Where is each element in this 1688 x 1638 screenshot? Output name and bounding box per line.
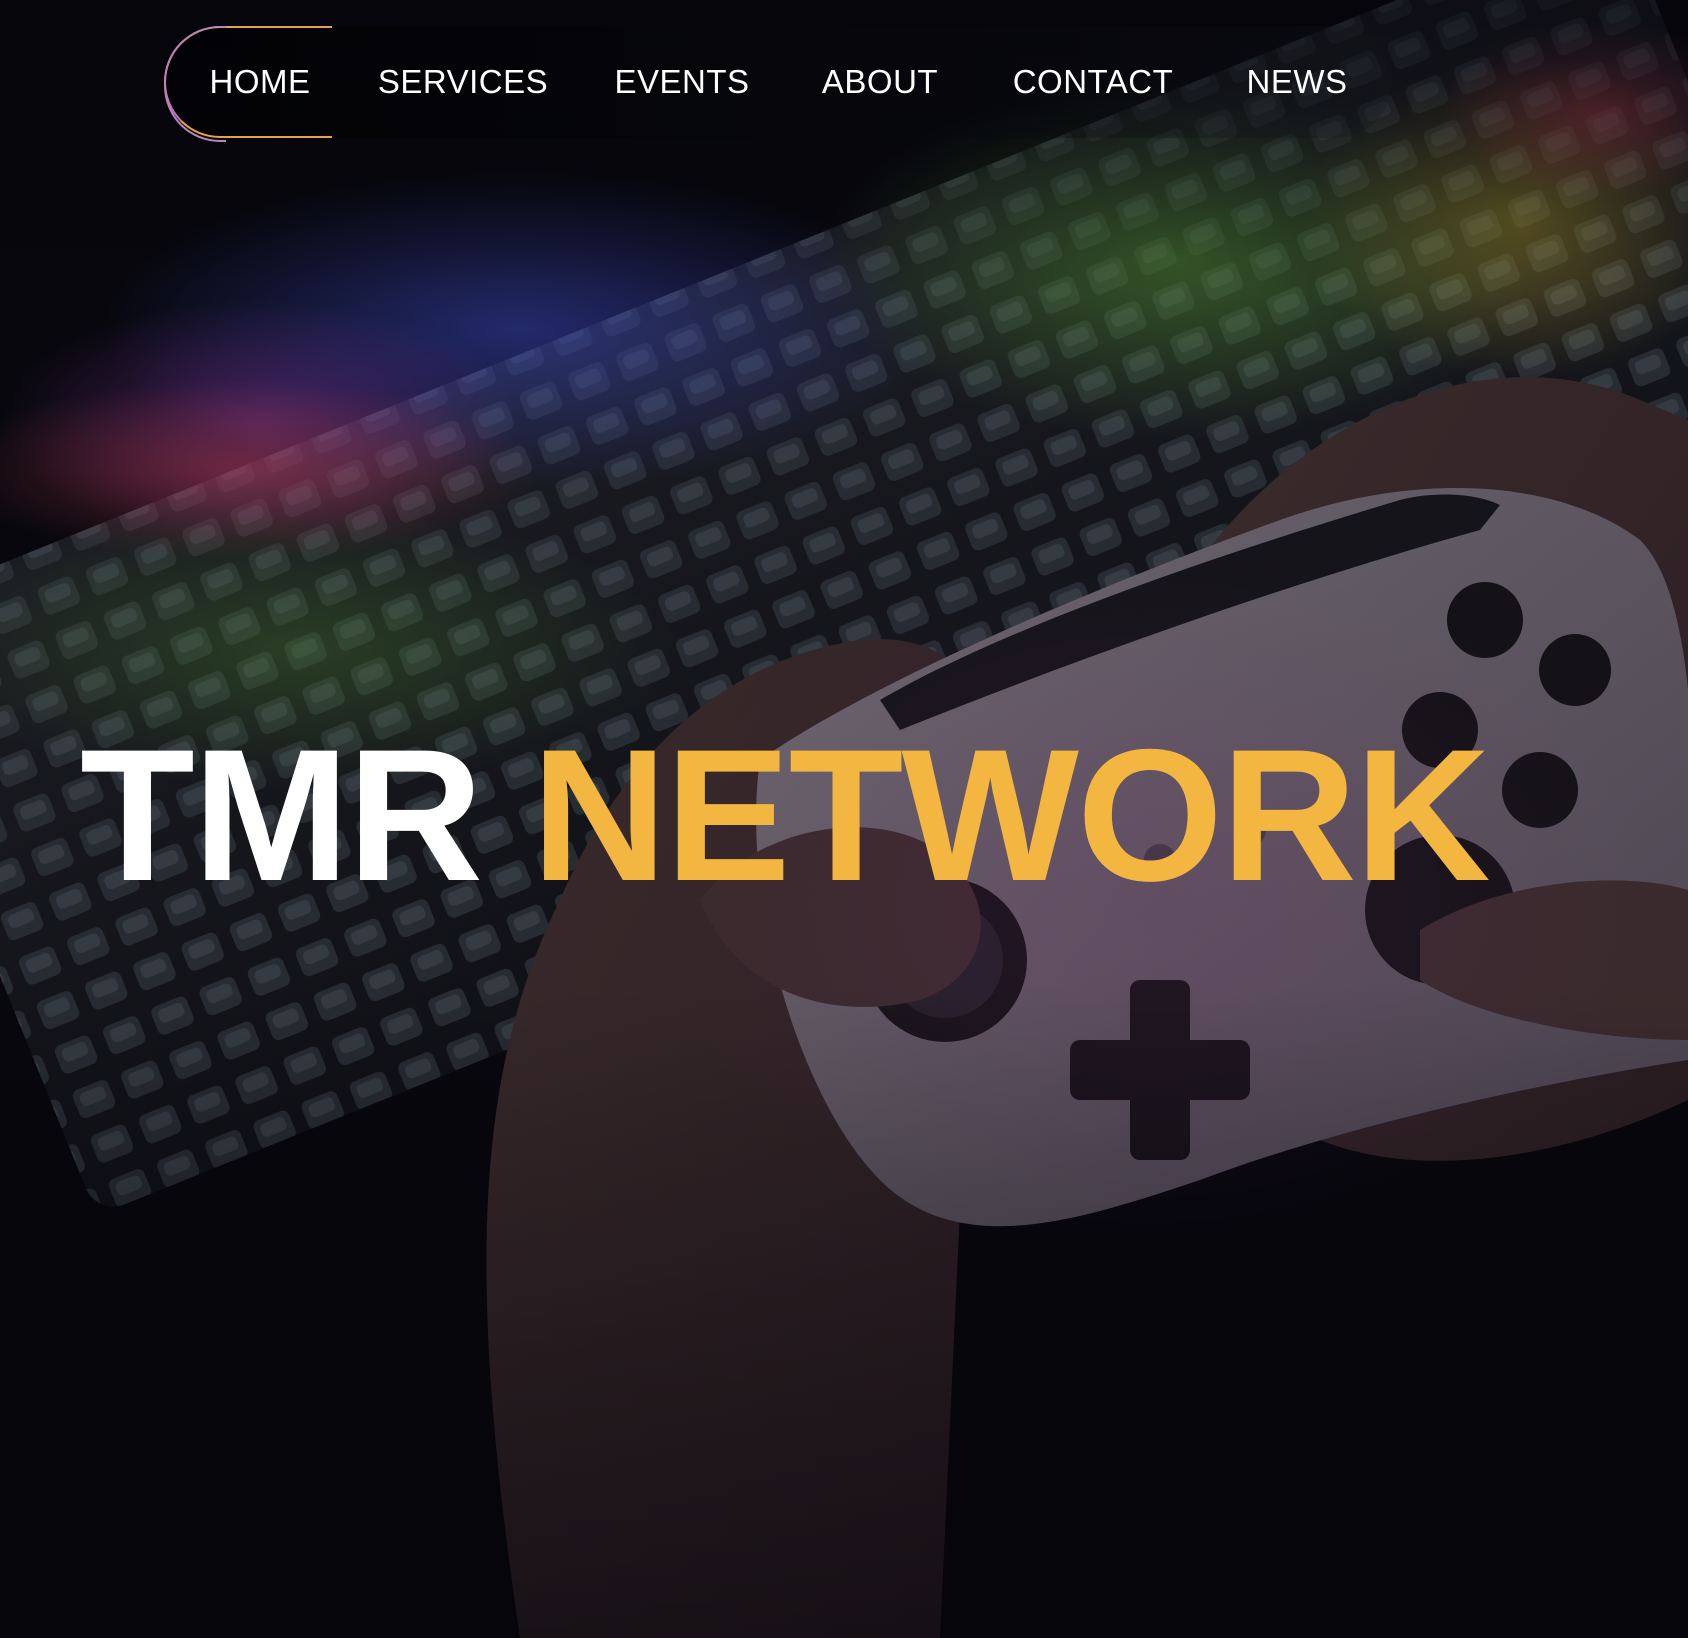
main-nav bbox=[164, 26, 1392, 138]
nav-item-contact[interactable]: CONTACT bbox=[1008, 26, 1178, 138]
nav-item-events[interactable]: EVENTS bbox=[612, 26, 752, 138]
nav-item-home[interactable]: HOME bbox=[202, 26, 318, 138]
nav-item-about[interactable]: ABOUT bbox=[814, 26, 946, 138]
hero-title: TMR NETWORK bbox=[80, 710, 1640, 920]
nav-item-news[interactable]: NEWS bbox=[1240, 26, 1354, 138]
hero-title-primary: TMR bbox=[80, 710, 483, 920]
nav-item-services[interactable]: SERVICES bbox=[378, 26, 548, 138]
hero-title-accent: NETWORK bbox=[531, 710, 1490, 920]
